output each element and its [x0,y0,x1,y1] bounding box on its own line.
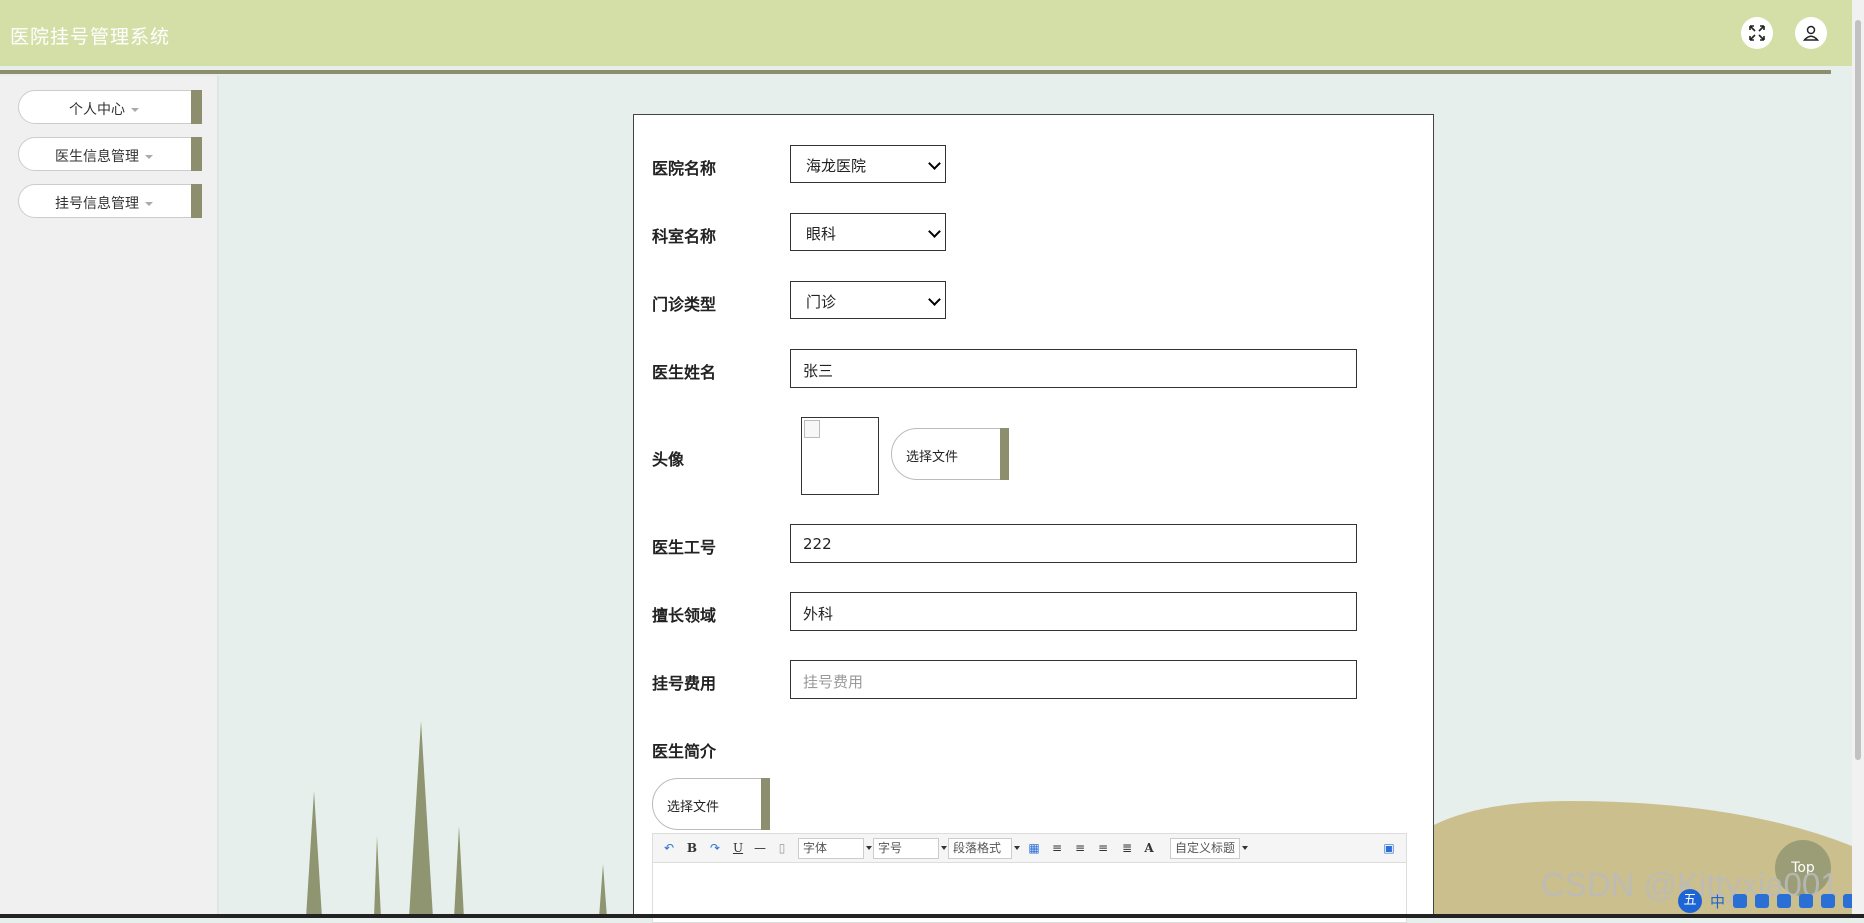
caret-down-icon [131,108,139,112]
expand-icon [1749,25,1765,41]
sidebar-item-doctor-info[interactable]: 医生信息管理 [18,137,202,171]
undo-icon[interactable]: ↶ [661,839,677,857]
bold-button[interactable]: B [685,839,699,857]
clinic-type-value: 门诊 [806,293,837,311]
hospital-label: 医院名称 [652,159,717,178]
paragraph-format-select[interactable]: 段落格式 [948,838,1020,859]
department-select[interactable]: 眼科 [790,213,946,251]
dropdown-arrow-icon [1014,846,1020,850]
top-header: 医院挂号管理系统 [0,0,1852,66]
editor-toolbar: ↶ B ↷ U — ▯ 字体 字号 段落格式 ▦ ≡ ≡ ≡ ≣ A 自定义标题… [652,833,1407,863]
doctor-name-value: 张三 [803,362,834,380]
doctor-name-label: 医生姓名 [652,363,717,382]
font-family-label: 字体 [803,841,828,855]
fullscreen-button[interactable] [1741,17,1773,49]
fullscreen-editor-icon[interactable]: ▣ [1381,839,1397,857]
fee-input[interactable]: 挂号费用 [790,660,1357,699]
redo-icon[interactable]: ↷ [707,839,723,857]
chevron-down-icon [928,225,941,238]
hospital-select[interactable]: 海龙医院 [790,145,946,183]
punctuation-icon[interactable] [1733,894,1748,908]
horizontal-rule-icon[interactable]: — [753,839,767,857]
keyboard-icon[interactable] [1799,894,1814,908]
doctor-id-label: 医生工号 [652,538,717,557]
specialty-input[interactable]: 外科 [790,592,1357,631]
ime-language-label[interactable]: 中 [1710,891,1725,912]
hospital-value: 海龙医院 [806,157,867,175]
doctor-form-panel: 医院名称 海龙医院 科室名称 眼科 门诊类型 门诊 医生姓名 张三 头像 选择文… [633,114,1434,923]
accent-bar [761,778,770,830]
ime-toolbar: 五 中 [1678,888,1864,914]
user-icon [1802,25,1820,41]
sidebar: 个人中心 医生信息管理 挂号信息管理 [0,76,219,918]
doctor-id-input[interactable]: 222 [790,524,1357,563]
align-left-icon[interactable]: ≡ [1049,839,1065,857]
align-right-icon[interactable]: ≡ [1072,839,1088,857]
avatar-label: 头像 [652,450,685,469]
user-button[interactable] [1795,17,1827,49]
file-button-label: 选择文件 [906,450,959,465]
broken-image-icon [804,420,820,438]
scissors-icon[interactable] [1777,894,1792,908]
shirt-icon[interactable] [1821,894,1836,908]
avatar-file-button[interactable]: 选择文件 [891,428,1009,480]
align-center-icon[interactable]: ≡ [1095,839,1111,857]
specialty-label: 擅长领域 [652,606,717,625]
intro-label: 医生简介 [652,742,717,761]
custom-title-select[interactable]: 自定义标题 [1170,838,1248,859]
sidebar-item-label: 挂号信息管理 [55,196,139,212]
dropdown-arrow-icon [1242,846,1248,850]
file-button-label: 选择文件 [667,800,720,815]
align-justify-icon[interactable]: ≣ [1119,839,1135,857]
table-icon[interactable]: ▦ [1026,839,1042,857]
font-color-button[interactable]: A [1142,839,1156,857]
accent-bar [1000,428,1009,480]
page-scrollbar[interactable] [1852,0,1864,918]
caret-down-icon [145,202,153,206]
scrollbar-thumb[interactable] [1855,20,1861,760]
ime-logo-icon[interactable]: 五 [1678,889,1702,913]
sidebar-item-registration-info[interactable]: 挂号信息管理 [18,184,202,218]
chevron-down-icon [928,293,941,306]
sidebar-item-personal-center[interactable]: 个人中心 [18,90,202,124]
underline-button[interactable]: U [731,839,745,857]
department-label: 科室名称 [652,227,717,246]
app-title: 医院挂号管理系统 [10,26,171,48]
font-size-label: 字号 [878,841,903,855]
custom-title-label: 自定义标题 [1175,841,1236,855]
header-divider [0,70,1831,74]
dropdown-arrow-icon [941,846,947,850]
chevron-down-icon [928,157,941,170]
caret-down-icon [145,155,153,159]
font-size-select[interactable]: 字号 [873,838,947,859]
sidebar-item-label: 医生信息管理 [55,149,139,165]
sidebar-item-label: 个人中心 [69,102,125,118]
clinic-type-label: 门诊类型 [652,295,717,314]
accent-bar [191,184,202,218]
pen-icon[interactable] [1755,894,1770,908]
specialty-value: 外科 [803,605,834,623]
accent-bar [191,137,202,171]
paste-icon[interactable]: ▯ [775,839,789,857]
department-value: 眼科 [806,225,837,243]
doctor-id-value: 222 [803,535,832,553]
accent-bar [191,90,202,124]
paragraph-format-label: 段落格式 [953,841,1002,855]
clinic-type-select[interactable]: 门诊 [790,281,946,319]
avatar-preview [801,417,879,495]
fee-label: 挂号费用 [652,674,717,693]
doctor-name-input[interactable]: 张三 [790,349,1357,388]
dropdown-arrow-icon [866,846,872,850]
bottom-edge [0,914,1864,918]
font-family-select[interactable]: 字体 [798,838,872,859]
intro-file-button[interactable]: 选择文件 [652,778,770,830]
fee-placeholder: 挂号费用 [803,673,864,691]
